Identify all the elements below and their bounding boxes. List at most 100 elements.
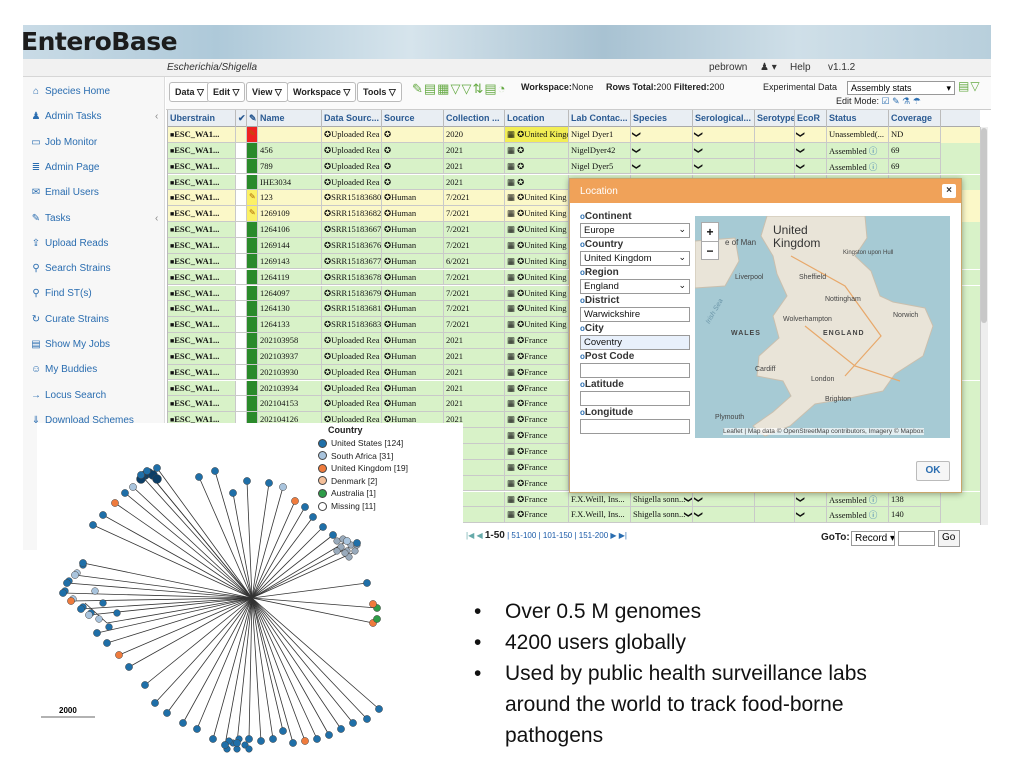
calendar-icon[interactable]: ▦ ✪ xyxy=(507,161,524,171)
table-cell[interactable]: ▦ ✪United King xyxy=(505,317,569,333)
table-cell[interactable]: ✪SRR15183678 xyxy=(322,269,382,286)
table-cell[interactable] xyxy=(247,158,258,175)
plus-circle-icon[interactable]: ✪ xyxy=(384,145,391,155)
column-header[interactable]: Uberstrain xyxy=(168,110,236,127)
table-cell[interactable] xyxy=(236,158,247,175)
table-cell[interactable] xyxy=(236,237,247,254)
info-icon[interactable]: ⓘ xyxy=(867,146,878,156)
table-cell[interactable]: ✪Uploaded Rea xyxy=(322,174,382,191)
table-cell[interactable]: Unassembled(... xyxy=(827,127,889,143)
table-cell[interactable] xyxy=(755,142,795,159)
data-menu-button[interactable]: Data ▽ xyxy=(169,82,210,102)
table-cell[interactable]: ▦ ✪France xyxy=(505,364,569,381)
table-cell[interactable]: ▦ ✪ xyxy=(505,142,569,159)
table-cell[interactable]: ✪SRR15183676 xyxy=(322,237,382,254)
table-cell[interactable]: ▦ ✪United King xyxy=(505,253,569,270)
table-cell[interactable]: ❯ xyxy=(795,158,827,175)
user-menu-icon[interactable]: ♟ ▾ xyxy=(760,62,777,73)
sidebar-item-tasks[interactable]: ✎ Tasks ‹ xyxy=(31,213,165,224)
column-header[interactable]: Serotype xyxy=(755,110,795,127)
table-cell[interactable]: ✪Human xyxy=(382,206,444,222)
table-cell[interactable] xyxy=(236,317,247,333)
dropdown-icon[interactable]: ❯ xyxy=(795,495,806,502)
table-cell[interactable]: 7/2021 xyxy=(444,301,505,318)
country-select[interactable]: United Kingdom ⌄ xyxy=(580,251,690,266)
calendar-icon[interactable]: ▦ ✪ xyxy=(507,478,524,488)
calendar-icon[interactable]: ▦ ✪ xyxy=(507,208,524,218)
table-cell[interactable]: 6/2021 xyxy=(444,253,505,270)
table-cell[interactable] xyxy=(247,237,258,254)
dropdown-icon[interactable]: ❯ xyxy=(795,131,806,138)
table-cell[interactable]: ✎ xyxy=(247,190,258,207)
app-logo[interactable]: EnteroBase xyxy=(21,27,178,56)
table-cell[interactable]: ❯ xyxy=(693,158,755,175)
experimental-data-select[interactable]: Assembly stats ▾ xyxy=(847,81,955,95)
table-cell[interactable]: ▦ ✪United King xyxy=(505,301,569,318)
region-select[interactable]: England ⌄ xyxy=(580,279,690,294)
table-cell[interactable]: ✪ xyxy=(382,142,444,159)
table-cell[interactable]: ❯ xyxy=(693,127,755,143)
table-cell[interactable]: ❯ xyxy=(631,142,693,159)
table-cell[interactable]: 7/2021 xyxy=(444,285,505,302)
column-header[interactable]: Status xyxy=(827,110,889,127)
info-icon[interactable]: ⓘ xyxy=(867,495,878,505)
column-header[interactable]: Collection ... xyxy=(444,110,505,127)
table-cell[interactable]: ▦ ✪ xyxy=(505,174,569,191)
sidebar-item-email-users[interactable]: ✉ Email Users xyxy=(31,187,165,198)
table-cell[interactable]: ■ESC_WA1... xyxy=(168,317,236,333)
table-cell[interactable]: ■ESC_WA1... xyxy=(168,269,236,286)
table-cell[interactable]: ▦ ✪France xyxy=(505,428,569,444)
table-cell[interactable]: ✪Human xyxy=(382,222,444,238)
table-cell[interactable]: ✪SRR15183682 xyxy=(322,206,382,222)
sidebar-item-species-home[interactable]: ⌂ Species Home xyxy=(31,86,165,97)
calendar-icon[interactable]: ▦ ✪ xyxy=(507,398,524,408)
table-cell[interactable] xyxy=(247,333,258,349)
calendar-icon[interactable]: ▦ ✪ xyxy=(507,240,524,250)
dropdown-icon[interactable]: ❯ xyxy=(795,147,806,154)
page-link[interactable]: 51-100 xyxy=(511,531,536,540)
table-cell[interactable]: ▦ ✪United King xyxy=(505,269,569,286)
calendar-icon[interactable]: ▦ ✪ xyxy=(507,224,524,234)
table-cell[interactable]: ✪Uploaded Rea xyxy=(322,142,382,159)
table-cell[interactable]: 2020 xyxy=(444,127,505,143)
table-cell[interactable]: ✪Human xyxy=(382,301,444,318)
table-cell[interactable]: 7/2021 xyxy=(444,317,505,333)
table-cell[interactable] xyxy=(247,317,258,333)
sidebar-item-curate-strains[interactable]: ↻ Curate Strains xyxy=(31,314,165,325)
calendar-icon[interactable]: ▦ ✪ xyxy=(507,367,524,377)
tools-menu-button[interactable]: Tools ▽ xyxy=(357,82,402,102)
table-cell[interactable]: ▦ ✪United King xyxy=(505,190,569,207)
table-cell[interactable]: Nigel Dyer5 xyxy=(569,158,631,175)
table-cell[interactable]: 2021 xyxy=(444,142,505,159)
sidebar-item-show-my-jobs[interactable]: ▤ Show My Jobs xyxy=(31,339,165,350)
table-cell[interactable]: ✪Human xyxy=(382,333,444,349)
chevron-left-icon[interactable]: ‹ xyxy=(155,213,158,224)
table-cell[interactable]: ▦ ✪France xyxy=(505,444,569,460)
table-cell[interactable]: Assembled ⓘ xyxy=(827,507,889,524)
table-cell[interactable]: ▦ ✪France xyxy=(505,348,569,365)
table-cell[interactable]: ■ESC_WA1... xyxy=(168,142,236,159)
table-cell[interactable]: 2021 xyxy=(444,348,505,365)
dropdown-icon[interactable]: ❯ xyxy=(693,131,704,138)
table-cell[interactable]: ✪Human xyxy=(382,364,444,381)
table-cell[interactable]: ✪Uploaded Rea xyxy=(322,380,382,397)
go-button[interactable]: Go xyxy=(938,530,960,547)
table-cell[interactable]: 202103958 xyxy=(258,333,322,349)
table-cell[interactable] xyxy=(236,396,247,413)
toolbar-icons[interactable]: ✎▤▦▽▽⇅▤◔ xyxy=(412,81,506,97)
table-cell[interactable] xyxy=(247,222,258,238)
table-cell[interactable]: ■ESC_WA1... xyxy=(168,222,236,238)
username[interactable]: pebrown xyxy=(709,62,747,73)
dropdown-icon[interactable]: ❯ xyxy=(795,511,806,518)
table-cell[interactable]: ❯ xyxy=(795,142,827,159)
longitude-input[interactable] xyxy=(580,419,690,434)
dropdown-icon[interactable]: ❯ xyxy=(683,495,692,502)
plus-circle-icon[interactable]: ✪ xyxy=(384,161,391,171)
table-cell[interactable]: ▦ ✪France xyxy=(505,333,569,349)
dropdown-icon[interactable]: ❯ xyxy=(631,163,642,170)
table-cell[interactable]: ■ESC_WA1... xyxy=(168,127,236,143)
table-cell[interactable]: F.X.Weill, Ins... xyxy=(569,491,631,508)
table-cell[interactable]: 7/2021 xyxy=(444,206,505,222)
table-cell[interactable]: 2021 xyxy=(444,380,505,397)
table-cell[interactable]: 1269144 xyxy=(258,237,322,254)
